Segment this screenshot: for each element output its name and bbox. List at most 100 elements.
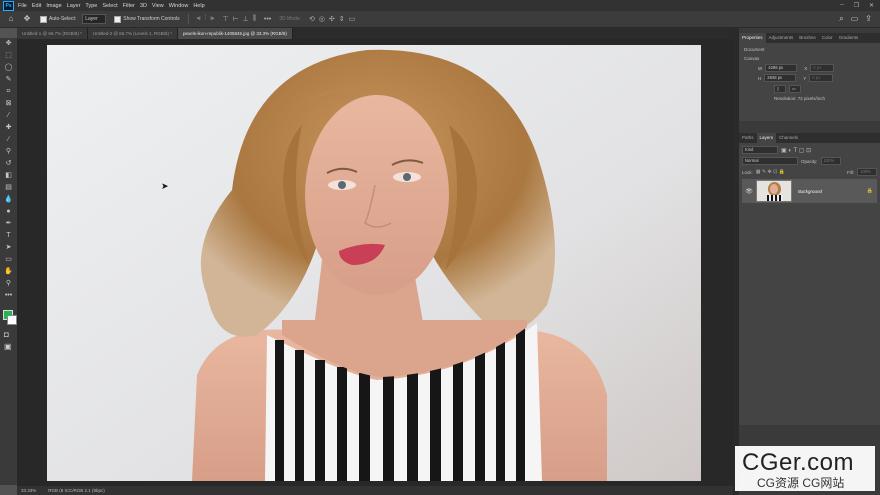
lock-icons[interactable]: ▦ ✎ ✥ ⊡ 🔒 [756, 169, 785, 175]
3d-pan-icon[interactable]: ✣ [329, 15, 335, 23]
menu-type[interactable]: Type [85, 3, 97, 9]
dodge-tool-icon[interactable]: ● [0, 206, 17, 218]
align-left-icon[interactable]: ⫷ [197, 15, 201, 23]
filter-icons[interactable]: ▣ ◐ T ▢ ⊡ [781, 147, 811, 154]
tab-untitled-1[interactable]: Untitled-1 @ 66.7% (RGB/8) * [17, 28, 88, 39]
document-image[interactable] [47, 45, 701, 481]
menu-window[interactable]: Window [169, 3, 189, 9]
layer-name: Background [798, 188, 823, 194]
align-center-icon[interactable]: ⫶ [205, 15, 207, 23]
eyedropper-tool-icon[interactable]: ⁄ [0, 110, 17, 122]
3d-slide-icon[interactable]: ⇕ [339, 15, 345, 23]
restore-icon[interactable]: ❐ [854, 2, 859, 9]
menu-help[interactable]: Help [193, 3, 204, 9]
fill-field[interactable]: 100% [857, 168, 877, 176]
lasso-tool-icon[interactable]: ◯ [0, 62, 17, 74]
show-transform-checkbox[interactable] [114, 15, 122, 23]
width-field[interactable]: 4288 px [765, 64, 798, 72]
tab-paths[interactable]: Paths [739, 133, 757, 143]
document-tabs: Untitled-1 @ 66.7% (RGB/8) * Untitled-2 … [17, 28, 733, 39]
eraser-tool-icon[interactable]: ◧ [0, 170, 17, 182]
frame-tool-icon[interactable]: ⊠ [0, 98, 17, 110]
3d-scale-icon[interactable]: ▭ [349, 15, 356, 23]
3d-rotate-icon[interactable]: ⟲ [309, 15, 315, 23]
layer-row-background[interactable]: 👁 Background 🔒 [742, 179, 877, 203]
distribute-icon[interactable]: ⫼ [253, 15, 256, 23]
healing-brush-icon[interactable]: ✚ [0, 122, 17, 134]
menu-file[interactable]: File [18, 3, 27, 9]
marquee-tool-icon[interactable]: ⬚ [0, 50, 17, 62]
move-tool-icon[interactable]: ✥ [22, 14, 32, 24]
portrait-orientation-icon[interactable]: ▯ [774, 85, 786, 93]
menu-edit[interactable]: Edit [32, 3, 41, 9]
menu-select[interactable]: Select [102, 3, 117, 9]
move-tool-icon[interactable]: ✥ [0, 38, 17, 50]
height-field[interactable]: 2848 px [764, 74, 797, 82]
tab-pexels-photo[interactable]: pexels-ikon-republik-1405845.jpg @ 33.3%… [177, 28, 293, 39]
layer-filter-field[interactable]: Kind [742, 146, 778, 154]
edit-toolbar-icon[interactable]: ••• [0, 290, 17, 302]
tab-untitled-2[interactable]: Untitled-2 @ 66.7% (Levels 1, RGB/8) * [87, 28, 178, 39]
pen-tool-icon[interactable]: ✒ [0, 218, 17, 230]
more-icon[interactable]: ••• [264, 16, 271, 23]
tab-adjustments[interactable]: Adjustments [766, 33, 797, 43]
align-bottom-icon[interactable]: ⊥ [243, 15, 249, 23]
close-icon[interactable]: ✕ [869, 2, 874, 9]
clone-stamp-icon[interactable]: ⚲ [0, 146, 17, 158]
share-icon[interactable]: ⇪ [865, 14, 872, 24]
crop-tool-icon[interactable]: ⌗ [0, 86, 17, 98]
type-tool-icon[interactable]: T [0, 230, 17, 242]
canvas-section: Canvas [744, 56, 760, 61]
blend-mode-dropdown[interactable]: Normal [742, 157, 798, 165]
portrait-photo [47, 45, 701, 481]
landscape-orientation-icon[interactable]: ▭ [789, 85, 801, 93]
hand-tool-icon[interactable]: ✋ [0, 266, 17, 278]
brush-tool-icon[interactable]: ∕ [0, 134, 17, 146]
menu-image[interactable]: Image [46, 3, 61, 9]
path-select-icon[interactable]: ➤ [0, 242, 17, 254]
watermark-subtitle: CG资源 CG网站 [757, 476, 845, 490]
auto-select-checkbox[interactable] [40, 15, 47, 23]
blur-tool-icon[interactable]: 💧 [0, 194, 17, 206]
quick-select-tool-icon[interactable]: ✎ [0, 74, 17, 86]
align-middle-icon[interactable]: ⊢ [232, 15, 238, 23]
distribute-group: ⊤ ⊢ ⊥ ⫼ [222, 15, 256, 23]
3d-roll-icon[interactable]: ◎ [319, 15, 325, 23]
opacity-field[interactable]: 100% [820, 157, 841, 165]
menu-3d[interactable]: 3D [140, 3, 147, 9]
screen-mode-icon[interactable]: ▣ [4, 342, 12, 351]
tab-brushes[interactable]: Brushes [796, 33, 819, 43]
resolution-text: Resolution: 72 pixels/inch [774, 96, 826, 101]
document-info[interactable]: RGB (8 ICC/RGB 2.1 (8bpc) [48, 486, 105, 495]
y-field[interactable]: 0 px [809, 74, 834, 82]
tab-gradients[interactable]: Gradients [836, 33, 862, 43]
search-icon[interactable]: ⌕ [839, 14, 843, 24]
menu-layer[interactable]: Layer [67, 3, 81, 9]
menu-view[interactable]: View [152, 3, 164, 9]
photoshop-logo[interactable]: Ps [3, 0, 14, 11]
auto-select-dropdown[interactable]: Layer [82, 14, 107, 24]
align-right-icon[interactable]: ⫸ [210, 15, 214, 23]
tab-color[interactable]: Color [819, 33, 836, 43]
history-brush-icon[interactable]: ↺ [0, 158, 17, 170]
menu-filter[interactable]: Filter [123, 3, 135, 9]
lock-label: Lock: [742, 169, 753, 175]
home-icon[interactable]: ⌂ [6, 14, 16, 24]
tab-properties[interactable]: Properties [739, 33, 766, 43]
quick-mask-icon[interactable]: ◘ [4, 330, 9, 339]
tools-panel: ✥ ⬚ ◯ ✎ ⌗ ⊠ ⁄ ✚ ∕ ⚲ ↺ ◧ ▤ 💧 ● ✒ T ➤ ▭ ✋ … [0, 38, 18, 485]
x-field[interactable]: 0 px [810, 64, 835, 72]
visibility-eye-icon[interactable]: 👁 [742, 188, 756, 195]
background-color-swatch[interactable] [7, 315, 17, 325]
minimize-icon[interactable]: – [840, 2, 843, 9]
gradient-tool-icon[interactable]: ▤ [0, 182, 17, 194]
rectangle-tool-icon[interactable]: ▭ [0, 254, 17, 266]
auto-select-label: Auto-Select: [49, 16, 77, 22]
tab-layers[interactable]: Layers [756, 133, 777, 143]
workspace-icon[interactable]: ▭ [851, 14, 859, 24]
zoom-tool-icon[interactable]: ⚲ [0, 278, 17, 290]
align-top-icon[interactable]: ⊤ [222, 15, 228, 23]
tab-channels[interactable]: Channels [776, 133, 801, 143]
document-section: Document [744, 47, 765, 52]
zoom-level[interactable]: 33.33% [21, 486, 36, 495]
